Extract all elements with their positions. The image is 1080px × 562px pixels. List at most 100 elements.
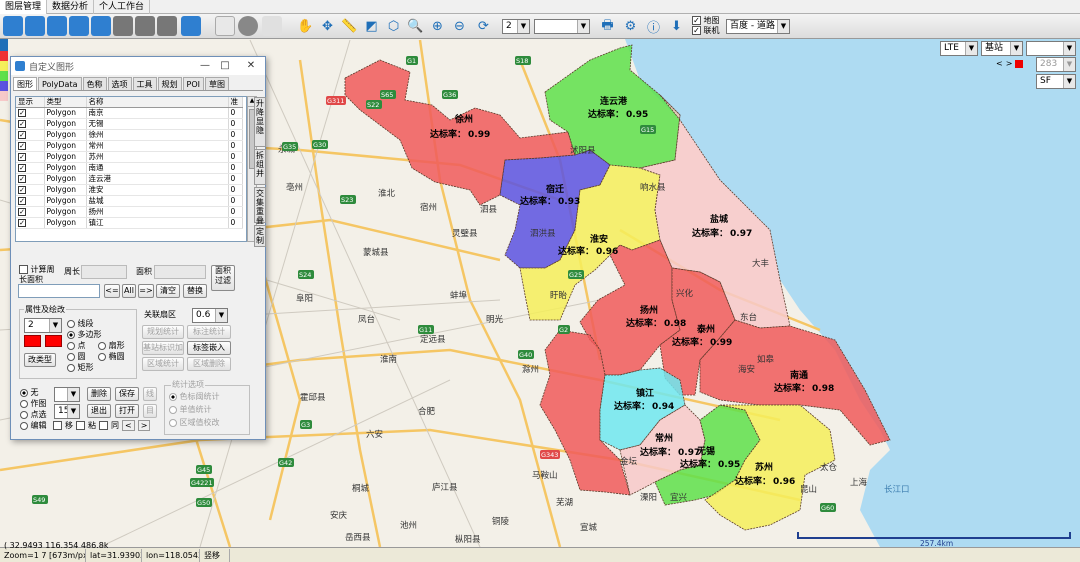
station-add-button[interactable]: 基站标识加 <box>142 341 184 355</box>
line-color-swatch[interactable] <box>45 335 62 347</box>
radio-polygon[interactable]: 多边形 <box>67 329 125 340</box>
cursor-icon[interactable] <box>262 16 282 36</box>
overlay-blank-select[interactable]: ▼ <box>1026 41 1076 56</box>
row-visible-checkbox[interactable]: ✓ <box>18 164 26 172</box>
antenna-icon[interactable] <box>3 16 23 36</box>
shape-grid[interactable]: 显示 类型 名称 准 ✓ Polygon 南京 0 ✓ Polygon 无锡 0 ✓ Poly… <box>15 96 247 242</box>
change-type-button[interactable]: 改类型 <box>24 353 56 367</box>
phone-icon[interactable] <box>47 16 67 36</box>
open-button[interactable]: 打开 <box>115 404 139 418</box>
row-visible-checkbox[interactable]: ✓ <box>18 120 26 128</box>
close-button[interactable]: ✕ <box>243 59 259 73</box>
fill-color-swatch[interactable] <box>24 335 41 347</box>
move-icon[interactable]: ✥ <box>318 17 337 36</box>
location-pin-icon[interactable] <box>25 16 45 36</box>
row-visible-checkbox[interactable]: ✓ <box>18 197 26 205</box>
radio-color-threshold[interactable]: 色标阈统计 <box>169 390 220 403</box>
database-icon[interactable] <box>238 16 258 36</box>
attribute-select[interactable]: 2 ▼ <box>24 318 62 333</box>
table-row[interactable]: ✓ Polygon 无锡 0 <box>16 118 243 130</box>
tab-tools[interactable]: 工具 <box>132 77 157 90</box>
radio-line[interactable]: 线段 <box>67 318 125 329</box>
clear-button[interactable]: 清空 <box>156 284 180 298</box>
dialog-titlebar[interactable]: 自定义图形 — □ ✕ <box>11 57 265 75</box>
mode-blank-select[interactable]: ▼ <box>54 387 80 402</box>
radio-circle[interactable]: 圆 椭圆 <box>67 351 125 362</box>
col-header-show[interactable]: 显示 <box>16 97 45 108</box>
side-btn-custom[interactable]: 定制 <box>254 225 266 247</box>
line-small-button[interactable]: 线 <box>143 387 157 401</box>
tab-planning[interactable]: 规划 <box>157 77 182 90</box>
menu-tab-layer-management[interactable]: 图层管理 <box>0 0 48 14</box>
table-row[interactable]: ✓ Polygon 南通 0 <box>16 162 243 174</box>
row-visible-checkbox[interactable]: ✓ <box>18 186 26 194</box>
ruler-icon[interactable]: 📏 <box>340 17 359 36</box>
compass-icon[interactable] <box>113 16 133 36</box>
polygon-select-icon[interactable]: ◩ <box>362 17 381 36</box>
side-btn-intersect[interactable]: 交集重叠 <box>254 187 266 225</box>
row-visible-checkbox[interactable]: ✓ <box>18 131 26 139</box>
radio-mode-none[interactable]: 无 <box>20 387 47 398</box>
tab-options[interactable]: 选项 <box>107 77 132 90</box>
paste-checkbox[interactable] <box>76 421 85 430</box>
tab-poi[interactable]: POI <box>182 77 204 90</box>
radio-mode-edit[interactable]: 编辑 <box>20 420 47 431</box>
radio-point[interactable]: 点 扇形 <box>67 340 125 351</box>
table-row[interactable]: ✓ Polygon 徐州 0 <box>16 129 243 141</box>
nav-left-arrow[interactable]: < <box>996 59 1003 68</box>
col-header-name[interactable]: 名称 <box>86 97 229 108</box>
download-icon[interactable]: ⬇ <box>667 17 686 36</box>
side-btn-order[interactable]: 升降显隐 <box>254 97 266 147</box>
minimize-button[interactable]: — <box>197 59 213 73</box>
table-row[interactable]: ✓ Polygon 镇江 0 <box>16 217 243 229</box>
zoom-level-select[interactable]: 2 ▼ <box>502 19 530 34</box>
row-visible-checkbox[interactable]: ✓ <box>18 153 26 161</box>
col-header-std[interactable]: 准 <box>228 97 243 108</box>
zoom-in-icon[interactable]: ⊕ <box>428 17 447 36</box>
area-delete-button[interactable]: 区域删除 <box>187 357 231 371</box>
label-embed-button[interactable]: 标签嵌入 <box>187 341 231 355</box>
tab-polydata[interactable]: PolyData <box>38 77 82 90</box>
online-toggle[interactable]: ✓ 联机 <box>692 26 720 36</box>
radio-rect[interactable]: 矩形 <box>67 362 125 373</box>
printer-icon[interactable]: 🖶 <box>598 17 617 36</box>
link-sector-select[interactable]: 0.6 ▼ <box>192 308 228 323</box>
exit-button[interactable]: 退出 <box>87 404 111 418</box>
grid-icon[interactable] <box>91 16 111 36</box>
calc-perimeter-area-toggle[interactable]: 计算周长面积 <box>19 265 55 285</box>
cube-icon[interactable]: ⬡ <box>384 17 403 36</box>
plan-stats-button[interactable]: 规划统计 <box>142 325 184 339</box>
table-row[interactable]: ✓ Polygon 淮安 0 <box>16 184 243 196</box>
table-row[interactable]: ✓ Polygon 盐城 0 <box>16 195 243 207</box>
spin-select[interactable]: 15 ▼ <box>54 404 80 419</box>
secondary-select[interactable]: ▼ <box>534 19 590 34</box>
menu-tab-personal-workbench[interactable]: 个人工作台 <box>94 0 151 14</box>
layer-map-toggle[interactable]: ✓ 地图 <box>692 16 720 26</box>
table-row[interactable]: ✓ Polygon 扬州 0 <box>16 206 243 218</box>
replace-button[interactable]: 替换 <box>183 284 207 298</box>
zoom-out-icon[interactable]: ⊖ <box>450 17 469 36</box>
radio-mode-draw[interactable]: 作图 <box>20 398 47 409</box>
area-stats-button[interactable]: 区域统计 <box>142 357 184 371</box>
pci-icon[interactable] <box>215 16 235 36</box>
chart-icon[interactable] <box>157 16 177 36</box>
factory-icon[interactable] <box>135 16 155 36</box>
move-right-button[interactable]: => <box>138 284 154 298</box>
view-small-button[interactable]: 目 <box>143 404 157 418</box>
col-header-type[interactable]: 类型 <box>44 97 87 108</box>
tab-color[interactable]: 色称 <box>82 77 107 90</box>
tab-sketch[interactable]: 草图 <box>204 77 229 90</box>
row-visible-checkbox[interactable]: ✓ <box>18 175 26 183</box>
tab-shape[interactable]: 图形 <box>13 77 37 90</box>
calc-perimeter-checkbox[interactable] <box>19 265 28 274</box>
move-left-button[interactable]: <= <box>104 284 120 298</box>
same-checkbox[interactable] <box>99 421 108 430</box>
row-visible-checkbox[interactable]: ✓ <box>18 142 26 150</box>
table-row[interactable]: ✓ Polygon 苏州 0 <box>16 151 243 163</box>
table-row[interactable]: ✓ Polygon 常州 0 <box>16 140 243 152</box>
wifi-icon[interactable] <box>181 16 201 36</box>
row-visible-checkbox[interactable]: ✓ <box>18 109 26 117</box>
maximize-button[interactable]: □ <box>217 59 233 73</box>
radio-mode-select[interactable]: 点选 <box>20 409 47 420</box>
network-type-select[interactable]: LTE ▼ <box>940 41 978 56</box>
